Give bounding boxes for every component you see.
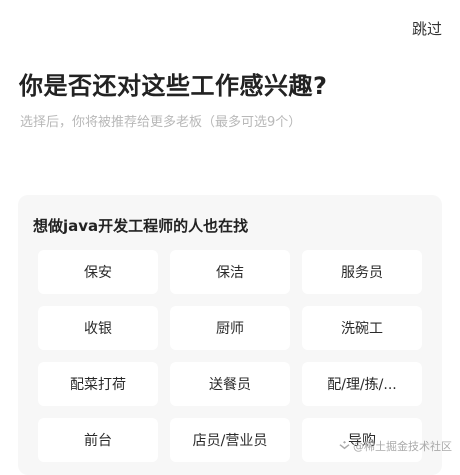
job-options-grid: 保安 保洁 服务员 收银 厨师 洗碗工 配菜打荷 送餐员 配/理/拣/... 前… [38,250,422,462]
job-option-cleaner[interactable]: 保洁 [170,250,290,294]
page-title: 你是否还对这些工作感兴趣? [19,72,328,100]
job-option-shop-assistant[interactable]: 店员/营业员 [170,418,290,462]
job-option-cashier[interactable]: 收银 [38,306,158,350]
job-option-chef[interactable]: 厨师 [170,306,290,350]
watermark-text: @稀土掘金技术社区 [353,440,452,453]
skip-button[interactable]: 跳过 [412,18,442,39]
job-option-receptionist[interactable]: 前台 [38,418,158,462]
job-option-waiter[interactable]: 服务员 [302,250,422,294]
juejin-logo-icon [339,441,350,451]
related-jobs-card: 想做java开发工程师的人也在找 保安 保洁 服务员 收银 厨师 洗碗工 配菜打… [18,195,442,475]
job-option-delivery-driver[interactable]: 送餐员 [170,362,290,406]
watermark: @稀土掘金技术社区 [339,438,452,454]
job-option-kitchen-helper[interactable]: 配菜打荷 [38,362,158,406]
page-subtitle: 选择后，你将被推荐给更多老板（最多可选9个） [20,115,302,130]
job-option-dishwasher[interactable]: 洗碗工 [302,306,422,350]
job-option-picker-packer[interactable]: 配/理/拣/... [302,362,422,406]
job-option-security-guard[interactable]: 保安 [38,250,158,294]
card-title: 想做java开发工程师的人也在找 [33,217,249,235]
